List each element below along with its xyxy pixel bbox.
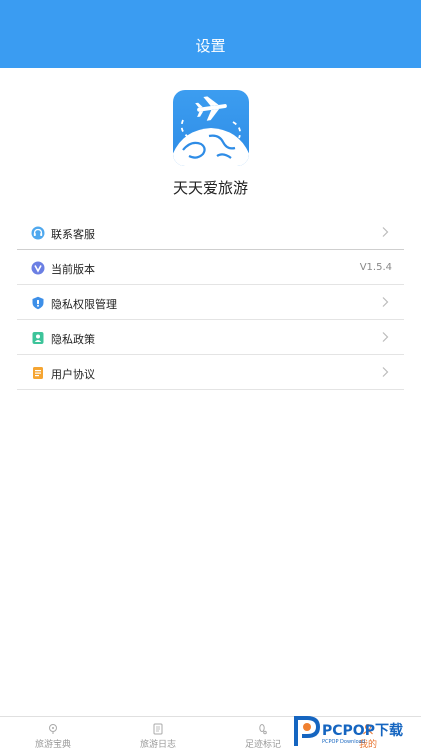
settings-menu: 联系客服 当前版本 V1.5.4 隐私权限管理 隐私政策 用户协议 (17, 215, 404, 390)
menu-item-privacy-policy[interactable]: 隐私政策 (17, 320, 404, 355)
menu-label: 隐私政策 (51, 333, 95, 346)
version-icon (31, 261, 45, 275)
menu-item-user-agreement[interactable]: 用户协议 (17, 355, 404, 390)
menu-label: 隐私权限管理 (51, 298, 117, 311)
chevron-right-icon (382, 332, 389, 342)
footprint-icon (259, 724, 267, 735)
watermark-subtext: PCPOP Download (322, 739, 365, 745)
tab-guide[interactable]: 旅游宝典 (18, 721, 88, 750)
document-icon (33, 367, 43, 379)
watermark-text: PCPOP下载 (322, 723, 403, 739)
journal-icon (153, 723, 163, 735)
watermark-logo: PCPOP下载 PCPOP Download (290, 712, 421, 750)
menu-label: 当前版本 (51, 263, 95, 276)
tab-label: 旅游宝典 (34, 740, 71, 750)
version-value: V1.5.4 (359, 262, 392, 273)
tab-footprint[interactable]: 足迹标记 (228, 721, 298, 750)
menu-label: 联系客服 (51, 228, 95, 241)
menu-label: 用户协议 (51, 368, 95, 381)
tab-label: 足迹标记 (244, 740, 281, 750)
menu-item-customer-service[interactable]: 联系客服 (17, 215, 404, 250)
watermark-p-icon (294, 716, 321, 746)
guide-icon (49, 724, 57, 734)
app-name: 天天爱旅游 (172, 179, 248, 197)
shield-icon (32, 296, 44, 310)
chevron-right-icon (382, 297, 389, 307)
tab-journal[interactable]: 旅游日志 (123, 721, 193, 750)
menu-item-version[interactable]: 当前版本 V1.5.4 (17, 250, 404, 285)
menu-item-privacy-permissions[interactable]: 隐私权限管理 (17, 285, 404, 320)
customer-service-icon (31, 226, 45, 240)
top-bar: 设置 (0, 0, 421, 68)
tab-label: 旅游日志 (139, 740, 176, 750)
chevron-right-icon (382, 227, 389, 237)
page-title: 设置 (195, 37, 226, 55)
chevron-right-icon (382, 367, 389, 377)
airplane-globe-icon (173, 90, 249, 166)
privacy-policy-icon (32, 332, 44, 344)
